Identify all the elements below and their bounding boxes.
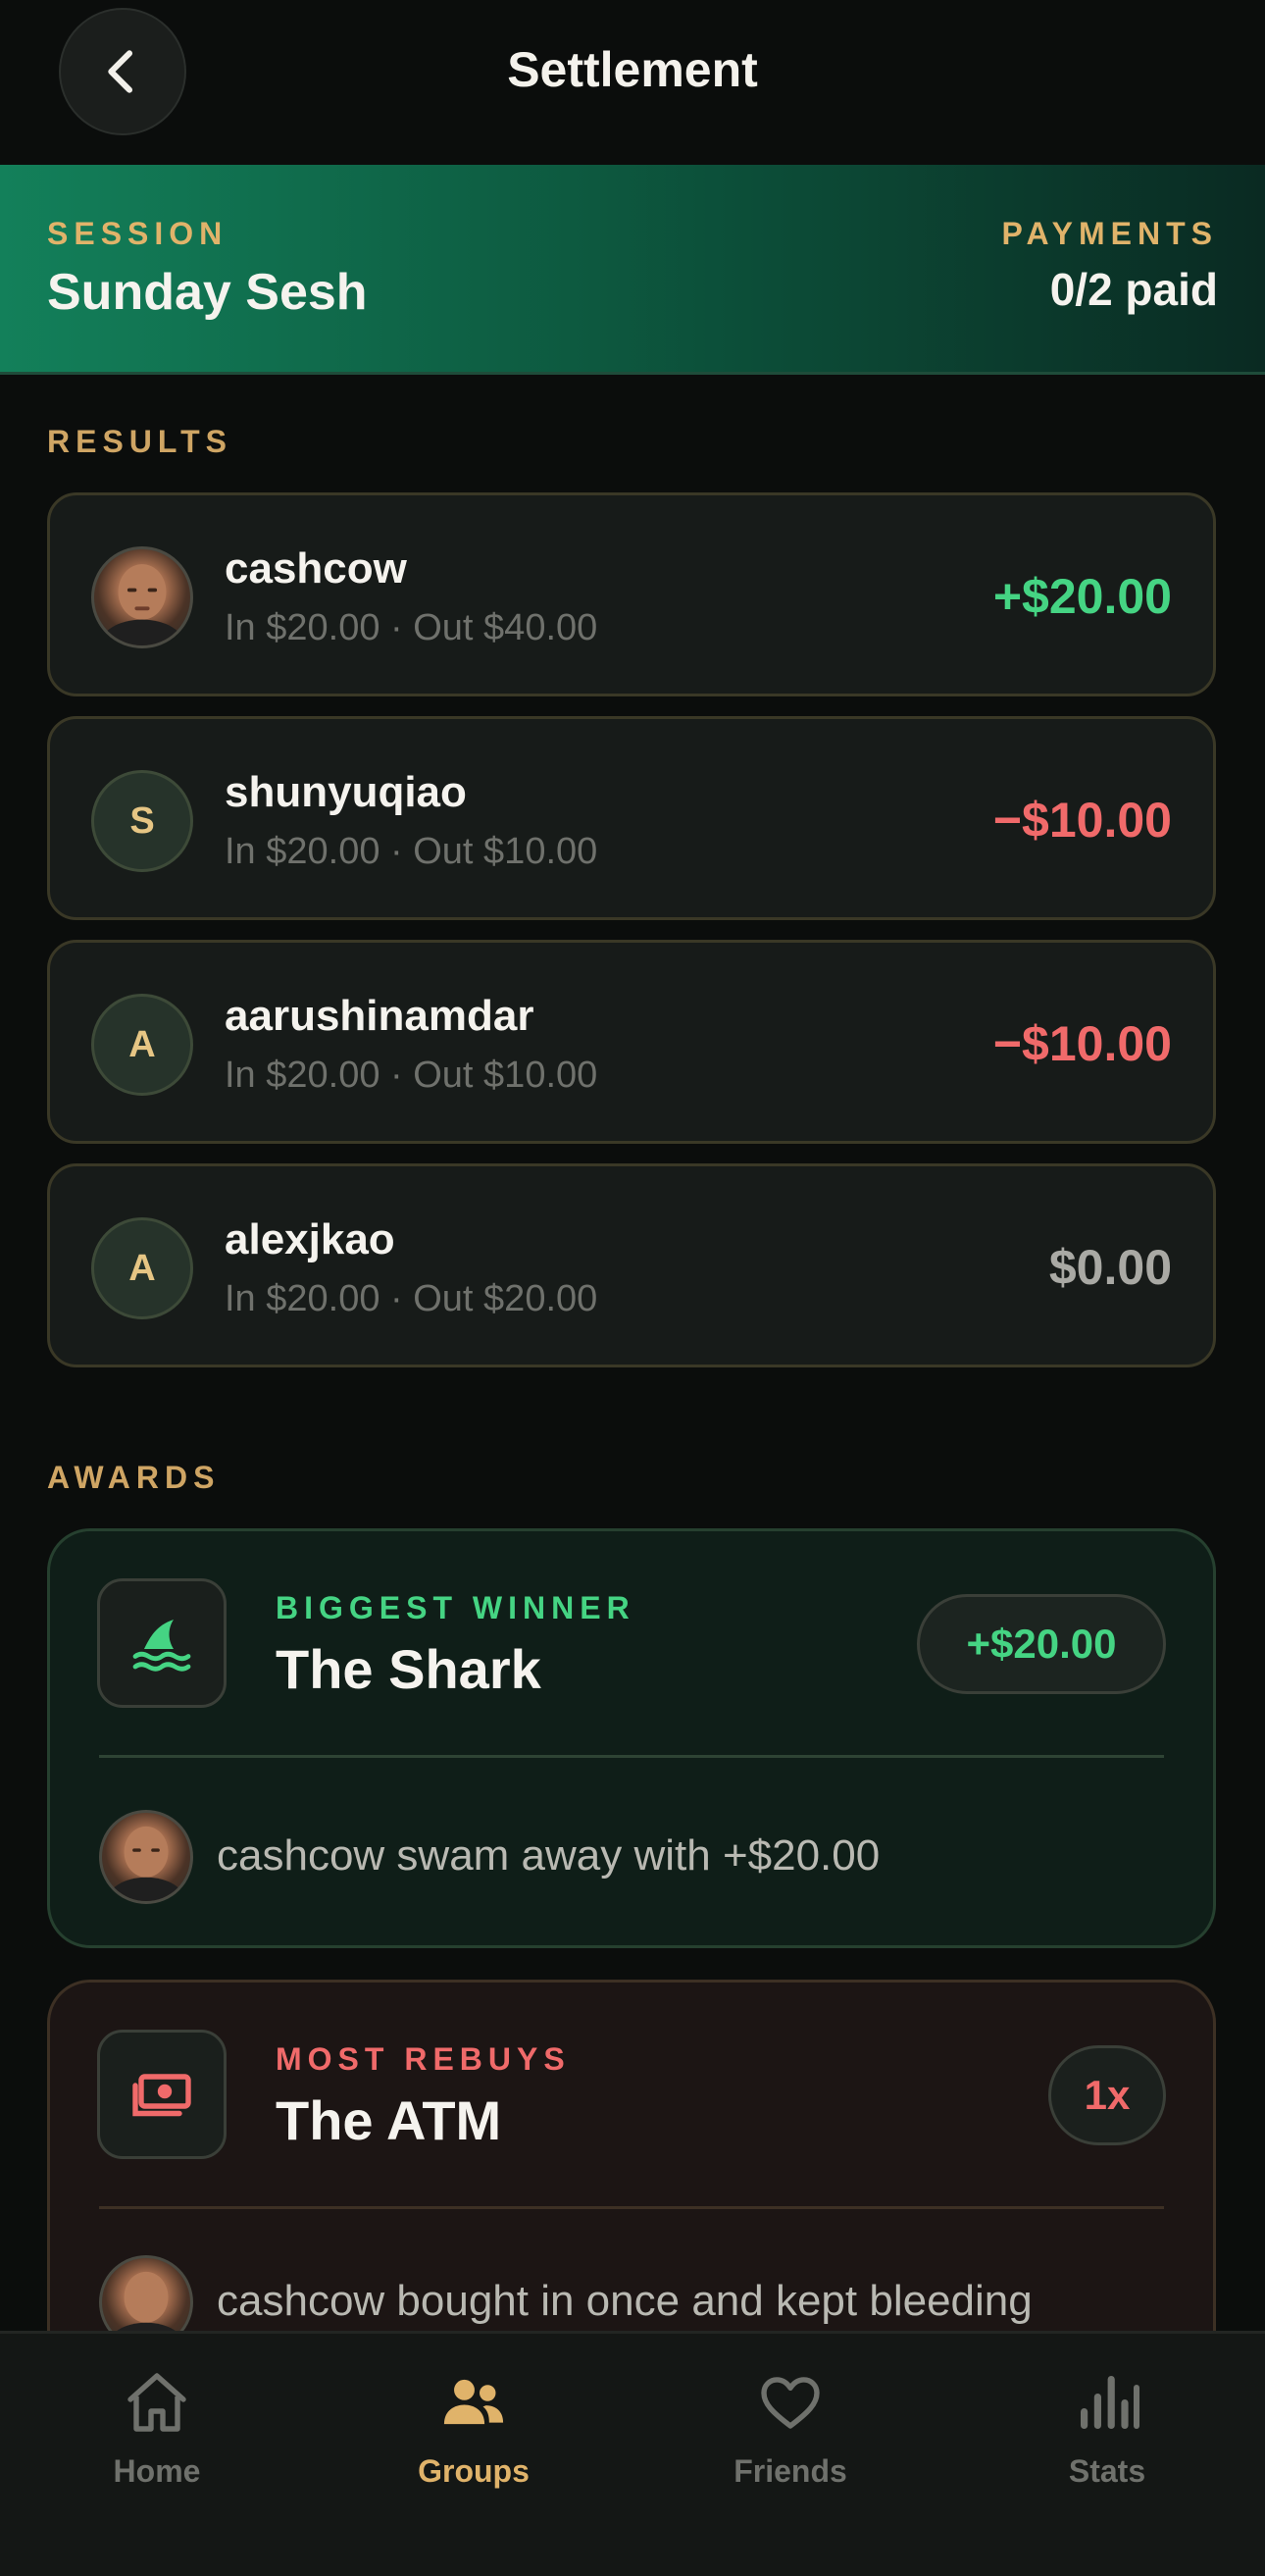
result-card-aarushinamdar[interactable]: A aarushinamdar In $20.00 · Out $10.00 −… (47, 940, 1216, 1144)
avatar: A (91, 1217, 193, 1319)
session-name: Sunday Sesh (47, 264, 368, 321)
session-banner: SESSION Sunday Sesh PAYMENTS 0/2 paid (0, 165, 1265, 375)
user-photo-icon (99, 564, 185, 645)
award-title: The ATM (276, 2089, 502, 2151)
player-name: shunyuqiao (225, 768, 467, 816)
player-net-amount: $0.00 (1048, 1240, 1172, 1295)
result-card-shunyuqiao[interactable]: S shunyuqiao In $20.00 · Out $10.00 −$10… (47, 716, 1216, 920)
award-description: cashcow bought in once and kept bleeding (217, 2277, 1033, 2325)
player-buy-in-out: In $20.00 · Out $20.00 (225, 1278, 598, 1319)
tab-stats[interactable]: Stats (989, 2363, 1225, 2520)
player-buy-in-out: In $20.00 · Out $10.00 (225, 1055, 598, 1096)
player-buy-in-out: In $20.00 · Out $10.00 (225, 831, 598, 872)
award-divider (99, 1755, 1164, 1758)
home-icon (118, 2363, 196, 2442)
award-card-biggest-winner[interactable]: BIGGEST WINNER The Shark +$20.00 cashcow… (47, 1528, 1216, 1948)
groups-icon (434, 2363, 513, 2442)
player-net-amount: +$20.00 (992, 569, 1172, 624)
payments-status[interactable]: 0/2 paid (1050, 263, 1218, 316)
tab-label: Friends (734, 2453, 847, 2489)
player-name: cashcow (225, 544, 407, 592)
tab-home[interactable]: Home (39, 2363, 275, 2520)
award-description: cashcow swam away with +$20.00 (217, 1831, 881, 1880)
top-bar: Settlement (0, 0, 1265, 165)
avatar: S (91, 770, 193, 872)
player-name: aarushinamdar (225, 992, 534, 1040)
award-card-most-rebuys[interactable]: MOST REBUYS The ATM 1x cashcow bought in… (47, 1980, 1216, 2392)
result-card-cashcow[interactable]: cashcow In $20.00 · Out $40.00 +$20.00 (47, 492, 1216, 696)
player-name: alexjkao (225, 1215, 395, 1263)
tab-friends[interactable]: Friends (673, 2363, 908, 2520)
award-title: The Shark (276, 1638, 541, 1700)
results-section-label: RESULTS (47, 424, 232, 459)
avatar: A (91, 994, 193, 1096)
award-icon-box (97, 2030, 227, 2159)
tab-label: Home (113, 2453, 201, 2489)
user-photo-icon (107, 1826, 185, 1901)
page-title: Settlement (507, 42, 758, 97)
award-divider (99, 2206, 1164, 2209)
cash-icon (132, 2074, 191, 2117)
avatar (91, 546, 193, 648)
result-card-alexjkao[interactable]: A alexjkao In $20.00 · Out $20.00 $0.00 (47, 1163, 1216, 1367)
bar-chart-icon (1068, 2363, 1146, 2442)
session-label: SESSION (47, 216, 228, 251)
awards-section-label: AWARDS (47, 1460, 221, 1495)
payments-label: PAYMENTS (1001, 216, 1218, 251)
player-buy-in-out: In $20.00 · Out $40.00 (225, 607, 598, 648)
tab-bar: Home Groups Friends Stats (0, 2331, 1265, 2576)
award-badge: +$20.00 (917, 1594, 1166, 1694)
award-icon-box (97, 1578, 227, 1708)
shark-fin-icon (132, 1620, 191, 1672)
player-net-amount: −$10.00 (992, 1016, 1172, 1071)
award-kicker: BIGGEST WINNER (276, 1590, 635, 1625)
player-net-amount: −$10.00 (992, 793, 1172, 848)
award-kicker: MOST REBUYS (276, 2041, 571, 2077)
award-badge: 1x (1048, 2045, 1166, 2145)
tab-label: Groups (418, 2453, 530, 2489)
tab-label: Stats (1068, 2453, 1146, 2489)
avatar (99, 1810, 193, 1904)
heart-icon (751, 2363, 830, 2442)
tab-groups[interactable]: Groups (356, 2363, 591, 2520)
